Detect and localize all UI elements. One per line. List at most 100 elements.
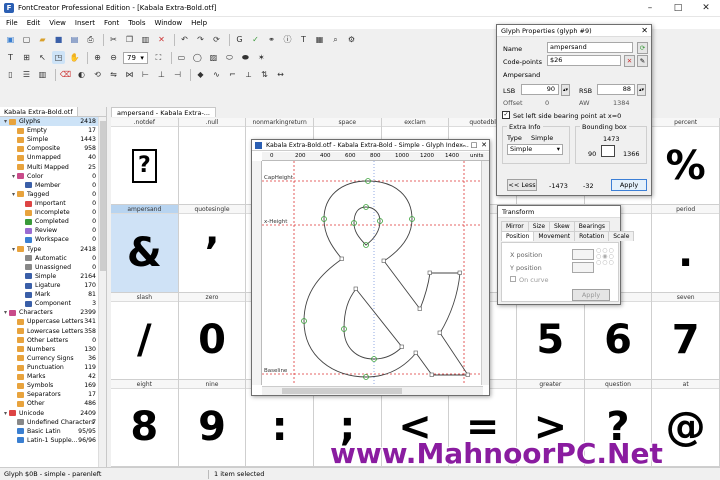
tree-item[interactable]: Undefined Characters 7 [0,418,106,427]
glyph-cell[interactable]: nine 9 [178,379,247,467]
lsb-stepper[interactable]: ▴▾ [561,84,570,96]
y-position-field[interactable] [572,262,594,273]
tab-bearings[interactable]: Bearings [573,221,611,231]
editor-horizontal-scrollbar[interactable] [262,386,483,395]
tree-item[interactable]: Simple 1443 [0,135,106,144]
tree-item[interactable]: Separators 17 [0,390,106,399]
menu-edit[interactable]: Edit [27,19,41,27]
tree-item[interactable]: Unmapped 40 [0,153,106,162]
expand-icon[interactable]: ▾ [2,410,9,417]
image-icon[interactable]: ▨ [207,51,220,64]
tree-item[interactable]: Component 3 [0,299,106,308]
tree-item[interactable]: Ligature 170 [0,281,106,290]
tree-item[interactable]: ▾ Unicode 2409 [0,409,106,418]
glyph-canvas[interactable]: CapHeight x-Height Baseline [262,161,483,385]
test-icon[interactable]: T [297,33,310,46]
tree-item[interactable]: ▾ Color 0 [0,172,106,181]
open-icon[interactable]: ▰ [36,33,49,46]
tree-item[interactable]: Mark 81 [0,290,106,299]
merge-icon[interactable]: ⋈ [123,68,136,81]
hand-icon[interactable]: ✋ [68,51,81,64]
close-icon[interactable]: ✕ [479,140,489,151]
explorer-tab[interactable]: Kabala Extra-Bold.otf [0,107,78,116]
page-icon[interactable]: ▯ [4,68,17,81]
tab-position[interactable]: Position [501,231,535,241]
expand-icon[interactable]: ▾ [2,118,9,125]
menu-tools[interactable]: Tools [128,19,145,27]
curve-icon[interactable]: ∿ [210,68,223,81]
zoom-in-icon[interactable]: ⊕ [91,51,104,64]
maximize-icon[interactable]: □ [469,140,479,151]
tree-item[interactable]: Unassigned 0 [0,263,106,272]
lsb-field[interactable]: 90 [521,84,559,95]
align-right-icon[interactable]: ⊣ [171,68,184,81]
chart-icon[interactable]: ▦ [313,33,326,46]
ampersand-contour[interactable] [303,180,469,378]
rsb-stepper[interactable]: ▴▾ [637,84,646,96]
tree-item[interactable]: ▾ Characters 2399 [0,308,106,317]
fit-icon[interactable]: ⛶ [152,51,165,64]
save-all-icon[interactable]: ▤ [68,33,81,46]
tab-movement[interactable]: Movement [533,231,576,241]
glyph-cell[interactable]: ampersand & [111,205,179,293]
oval-icon[interactable]: ⬬ [239,51,252,64]
select-icon[interactable]: ◳ [52,51,65,64]
glyph-cell[interactable]: percent% [652,118,720,206]
tree-item[interactable]: Completed 0 [0,217,106,226]
tree-item[interactable]: Simple 2164 [0,272,106,281]
grid-icon[interactable]: ⊞ [20,51,33,64]
menu-insert[interactable]: Insert [75,19,95,27]
glyph-cell[interactable]: .notdef? [111,118,179,206]
type-select[interactable]: Simple ▾ [507,144,563,155]
glyph-cell[interactable]: 6 [584,292,653,380]
name-field[interactable]: ampersand [547,42,633,53]
close-icon[interactable]: ✕ [641,25,648,37]
tree-item[interactable]: Member 0 [0,181,106,190]
expand-icon[interactable]: ▾ [10,173,17,180]
settings-icon[interactable]: ⚙ [345,33,358,46]
text-icon[interactable]: T [4,51,17,64]
redo-icon[interactable]: ↷ [194,33,207,46]
glyph-cell[interactable]: zero 0 [178,292,247,380]
glyph-cell[interactable]: slash / [111,292,179,380]
refresh-icon[interactable]: ⟳ [210,33,223,46]
validate-icon[interactable]: ✓ [249,33,262,46]
new-font-icon[interactable]: ▣ [4,33,17,46]
eraser-icon[interactable]: ⌫ [59,68,72,81]
tree-item[interactable]: Basic Latin 95/95 [0,427,106,436]
less-button[interactable]: << Less [507,179,537,191]
anchor-grid[interactable]: ○○○ ○◉○ ○○○ [596,248,615,266]
tree-item[interactable]: ▾ Tagged 0 [0,190,106,199]
new-icon[interactable]: ▢ [20,33,33,46]
glyph-cell[interactable]: quotesingle ’ [178,205,247,293]
codepoints-field[interactable]: $26 [547,55,621,66]
tree-item[interactable]: Punctuation 119 [0,363,106,372]
tree-item[interactable]: Multi Mapped 25 [0,163,106,172]
glyph-cell[interactable]: 5 [517,292,585,380]
tree-item[interactable]: Workspace 0 [0,235,106,244]
off-curve-points[interactable] [339,256,470,377]
maximize-button[interactable]: □ [664,0,692,17]
tree-item[interactable]: Marks 42 [0,372,106,381]
tree-item[interactable]: ▾ Glyphs 2418 [0,117,106,127]
expand-icon[interactable]: ▾ [10,191,17,198]
menu-window[interactable]: Window [154,19,182,27]
minimize-button[interactable]: – [636,0,664,17]
document-tab[interactable]: ampersand - Kabala Extra-... [111,107,217,117]
tree-item[interactable]: Review 0 [0,226,106,235]
node-icon[interactable]: ◆ [194,68,207,81]
copy-icon[interactable]: ❐ [123,33,136,46]
align-left-icon[interactable]: ⊢ [139,68,152,81]
tree-item[interactable]: Symbols 169 [0,381,106,390]
link-icon[interactable]: ⚭ [265,33,278,46]
refresh-name-icon[interactable]: ⟳ [637,42,648,54]
expand-icon[interactable]: ▾ [10,246,17,253]
cut-icon[interactable]: ✂ [107,33,120,46]
x-position-field[interactable] [572,249,594,260]
glyph-cell[interactable]: eight 8 [111,379,179,467]
zoom-out-icon[interactable]: ⊖ [107,51,120,64]
menu-font[interactable]: Font [104,19,119,27]
tree-item[interactable]: Empty 17 [0,126,106,135]
on-curve-checkbox[interactable] [510,276,516,282]
tab-size[interactable]: Size [527,221,551,231]
